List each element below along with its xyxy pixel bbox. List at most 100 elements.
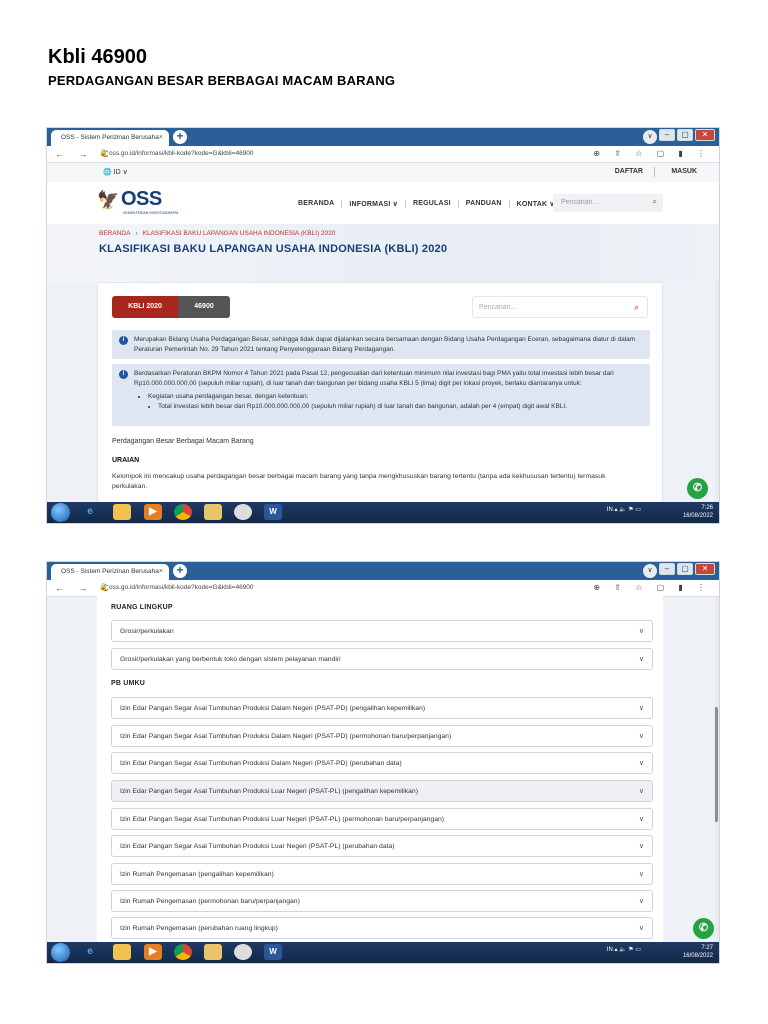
header-search-input[interactable]: Pencarian... ⌕ — [553, 194, 663, 212]
windows-taskbar: e ▶ W IN ▴ 🔈 ⚑ ▭ 7:27 16/08/2022 — [47, 942, 719, 963]
menu-panduan[interactable]: PANDUAN — [459, 200, 510, 208]
accordion-item[interactable]: Izin Rumah Pengemasan (perubahan ruang l… — [111, 917, 653, 939]
tab-title: OSS - Sistem Perizinan Berusaha — [61, 568, 159, 575]
folder-icon[interactable] — [113, 504, 131, 520]
accordion-item[interactable]: Izin Edar Pangan Segar Asal Tumbuhan Pro… — [111, 725, 653, 747]
language-selector[interactable]: 🌐 ID ∨ — [103, 168, 128, 176]
maximize-button[interactable]: ▢ — [677, 129, 693, 141]
page-hero: BERANDA › KLASIFIKASI BAKU LAPANGAN USAHA … — [47, 224, 719, 282]
accordion-item[interactable]: Izin Rumah Pengemasan (permohonan baru/p… — [111, 890, 653, 912]
url-field[interactable]: oss.go.id/informasi/kbli-kode?kode=G&kbl… — [109, 150, 254, 157]
maximize-button[interactable]: ▢ — [677, 563, 693, 575]
whatsapp-icon[interactable]: ✆ — [693, 918, 714, 939]
chevron-down-icon: ∨ — [638, 705, 644, 712]
info-icon: i — [119, 370, 128, 379]
chrome-profile-icon[interactable] — [234, 944, 252, 960]
accordion-label: Izin Edar Pangan Segar Asal Tumbuhan Pro… — [120, 733, 452, 740]
accordion-item[interactable]: Izin Edar Pangan Segar Asal Tumbuhan Pro… — [111, 752, 653, 774]
explorer-icon[interactable] — [204, 504, 222, 520]
chevron-down-icon: ∨ — [638, 656, 644, 663]
accordion-label: Izin Rumah Pengemasan (permohonan baru/p… — [120, 898, 300, 905]
toolbar-icons[interactable]: ⊕ ⇪ ☆ ▢ ▮ ⋮ — [593, 583, 711, 592]
chevron-down-icon: ∨ — [638, 816, 644, 823]
menu-regulasi[interactable]: REGULASI — [406, 200, 459, 208]
uraian-heading: URAIAN — [112, 457, 140, 464]
menu-informasi[interactable]: INFORMASI ∨ — [342, 200, 406, 208]
minimize-button[interactable]: – — [659, 563, 675, 575]
word-icon[interactable]: W — [264, 504, 282, 520]
start-button[interactable] — [51, 943, 70, 962]
chevron-down-icon: ∨ — [638, 733, 644, 740]
minimize-button[interactable]: – — [659, 129, 675, 141]
lock-icon[interactable]: 🔒 — [99, 149, 108, 157]
accordion-label: Izin Rumah Pengemasan (pengalihan kepemi… — [120, 871, 274, 878]
folder-icon[interactable] — [113, 944, 131, 960]
info-text: Berdasarkan Peraturan BKPM Nomor 4 Tahun… — [134, 370, 614, 387]
browser-tab[interactable]: OSS - Sistem Perizinan Berusaha × — [51, 564, 169, 580]
ie-icon[interactable]: e — [81, 944, 99, 960]
browser-tab[interactable]: OSS - Sistem Perizinan Berusaha × — [51, 130, 169, 146]
accordion-label: Izin Rumah Pengemasan (perubahan ruang l… — [120, 925, 278, 932]
word-icon[interactable]: W — [264, 944, 282, 960]
menu-beranda[interactable]: BERANDA — [291, 200, 343, 208]
media-player-icon[interactable]: ▶ — [144, 944, 162, 960]
clock-date: 16/08/2022 — [682, 513, 713, 519]
kbli-code: 46900 — [178, 296, 230, 318]
chrome-icon[interactable] — [174, 944, 192, 960]
new-tab-button[interactable]: + — [173, 130, 187, 144]
address-bar: ← → C 🔒 oss.go.id/informasi/kbli-kode?ko… — [47, 146, 719, 163]
start-button[interactable] — [51, 503, 70, 522]
accordion-item[interactable]: Izin Edar Pangan Segar Asal Tumbuhan Pro… — [111, 835, 653, 857]
document-subtitle: PERDAGANGAN BESAR BERBAGAI MACAM BARANG — [48, 73, 396, 88]
info-box-investment: i Berdasarkan Peraturan BKPM Nomor 4 Tah… — [112, 364, 650, 426]
main-menu: BERANDA INFORMASI ∨ REGULASI PANDUAN KON… — [291, 200, 562, 208]
breadcrumb: BERANDA › KLASIFIKASI BAKU LAPANGAN USAHA … — [99, 230, 335, 237]
kbli-badge: KBLI 2020 46900 — [112, 296, 230, 318]
toolbar-icons[interactable]: ⊕ ⇪ ☆ ▢ ▮ ⋮ — [593, 149, 711, 158]
divider — [654, 167, 655, 177]
search-icon[interactable]: ⌕ — [634, 302, 639, 313]
accordion-item[interactable]: Izin Edar Pangan Segar Asal Tumbuhan Pro… — [111, 697, 653, 719]
kbli-card: KBLI 2020 46900 Pencarian... ⌕ i Merupaka… — [97, 282, 663, 522]
chrome-icon[interactable] — [174, 504, 192, 520]
tray-language[interactable]: IN ▴ 🔈 ⚑ ▭ — [607, 946, 641, 954]
chevron-down-icon: ∨ — [638, 898, 644, 905]
accordion-item[interactable]: Izin Edar Pangan Segar Asal Tumbuhan Pro… — [111, 780, 653, 802]
register-link[interactable]: DAFTAR — [615, 168, 643, 175]
tab-search-icon[interactable]: ∨ — [643, 564, 657, 578]
accordion-label: Izin Edar Pangan Segar Asal Tumbuhan Pro… — [120, 843, 395, 850]
new-tab-button[interactable]: + — [173, 564, 187, 578]
clock-time[interactable]: 7:27 — [683, 944, 713, 952]
tray-language[interactable]: IN ▴ 🔈 ⚑ ▭ — [607, 506, 641, 514]
browser-tab-bar: OSS - Sistem Perizinan Berusaha × + ∨ – ▢… — [47, 562, 719, 580]
accordion-label: Grosir/perkulakan — [120, 628, 174, 635]
lock-icon[interactable]: 🔒 — [99, 583, 108, 591]
tab-title: OSS - Sistem Perizinan Berusaha — [61, 134, 159, 141]
search-placeholder: Pencarian... — [561, 199, 599, 206]
tab-close-icon[interactable]: × — [159, 134, 163, 141]
accordion-item[interactable]: Grosir/perkulakan ∨ — [111, 620, 653, 642]
oss-logo[interactable]: 🦅 OSS KEMENTERIAN INVESTASI/BKPM — [97, 188, 178, 216]
site-topbar: 🌐 ID ∨ DAFTAR MASUK — [47, 163, 719, 182]
windows-taskbar: e ▶ W IN ▴ 🔈 ⚑ ▭ 7:26 16/08/2022 — [47, 502, 719, 523]
whatsapp-icon[interactable]: ✆ — [687, 478, 708, 499]
browser-tab-bar: OSS - Sistem Perizinan Berusaha × + ∨ – ▢… — [47, 128, 719, 146]
tab-close-icon[interactable]: × — [159, 568, 163, 575]
url-field[interactable]: oss.go.id/informasi/kbli-kode?kode=G&kbl… — [109, 584, 254, 591]
search-icon[interactable]: ⌕ — [653, 197, 657, 207]
close-window-button[interactable]: ✕ — [695, 129, 715, 141]
login-link[interactable]: MASUK — [671, 168, 697, 175]
ie-icon[interactable]: e — [81, 504, 99, 520]
clock-time[interactable]: 7:26 — [683, 504, 713, 512]
chrome-profile-icon[interactable] — [234, 504, 252, 520]
media-player-icon[interactable]: ▶ — [144, 504, 162, 520]
tab-search-icon[interactable]: ∨ — [643, 130, 657, 144]
close-window-button[interactable]: ✕ — [695, 563, 715, 575]
kbli-search-input[interactable]: Pencarian... ⌕ — [472, 296, 648, 318]
breadcrumb-home[interactable]: BERANDA — [99, 230, 130, 237]
accordion-item[interactable]: Izin Rumah Pengemasan (pengalihan kepemi… — [111, 863, 653, 885]
explorer-icon[interactable] — [204, 944, 222, 960]
accordion-item[interactable]: Izin Edar Pangan Segar Asal Tumbuhan Pro… — [111, 808, 653, 830]
accordion-item[interactable]: Grosir/perkulakan yang berbentuk toko de… — [111, 648, 653, 670]
accordion-label: Izin Edar Pangan Segar Asal Tumbuhan Pro… — [120, 816, 445, 823]
